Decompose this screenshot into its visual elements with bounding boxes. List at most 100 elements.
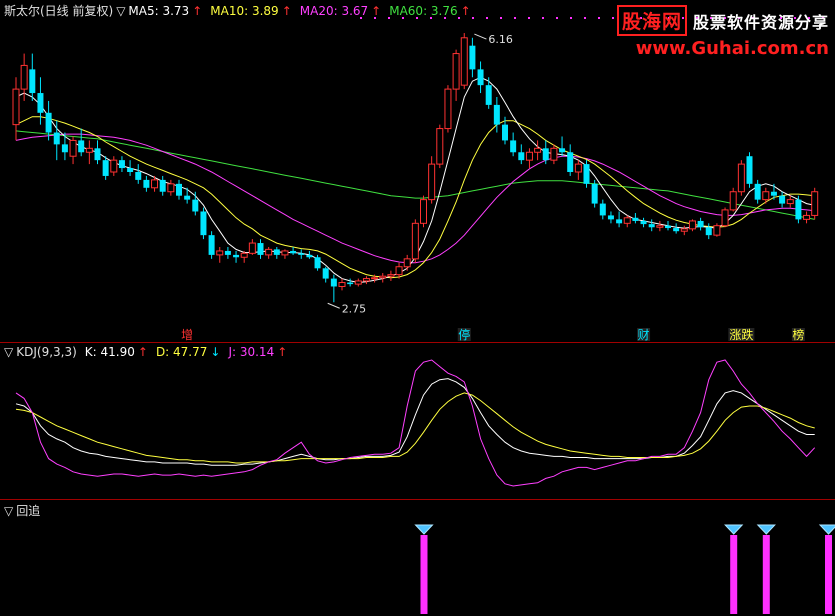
candle-body xyxy=(803,214,811,220)
ma5-label: MA5: 3.73 xyxy=(128,4,190,18)
candle xyxy=(314,254,321,271)
marker-label: 停 xyxy=(458,327,470,342)
candle xyxy=(200,207,207,240)
kdj-d-mark: ↓ xyxy=(210,345,221,359)
candle-body xyxy=(371,277,379,280)
candle-body xyxy=(200,211,207,236)
candle-body xyxy=(411,222,419,260)
candle-body xyxy=(233,254,240,258)
kdj-k-label: K: 41.90 xyxy=(84,345,135,359)
candle-body xyxy=(118,160,125,169)
candle-body xyxy=(167,183,175,193)
signal-stem xyxy=(730,535,738,614)
candle-body xyxy=(151,179,159,189)
candle-body xyxy=(599,203,606,216)
candle-body xyxy=(20,64,28,90)
candle-body xyxy=(184,195,191,200)
candle-body xyxy=(192,199,199,212)
ma60-up-mark: ↑ xyxy=(460,4,471,18)
candle-body xyxy=(298,253,305,255)
candle-body xyxy=(640,220,647,225)
candle-body xyxy=(811,191,819,216)
candle-body xyxy=(673,228,680,232)
annotation-label: 2.75 xyxy=(342,302,367,315)
candle-body xyxy=(45,112,52,133)
stock-chart-canvas[interactable]: 6.16 2.75 增 停 财 涨跌 榜 xyxy=(0,0,835,616)
candle-body xyxy=(779,195,786,204)
candle-body xyxy=(314,257,321,269)
candle-body xyxy=(37,93,44,113)
candle-body xyxy=(69,139,77,157)
marker-label: 榜 xyxy=(792,327,804,342)
marker-label: 涨跌 xyxy=(729,327,753,342)
candle xyxy=(411,219,419,263)
candle-body xyxy=(102,160,109,176)
candle-body xyxy=(574,163,582,173)
candle-body xyxy=(460,37,468,86)
candle-body xyxy=(281,250,289,256)
signal-stem xyxy=(420,535,428,614)
candle-body xyxy=(493,104,500,125)
header-arrow[interactable]: ▽ xyxy=(116,4,125,18)
candle xyxy=(420,195,427,228)
candle-body xyxy=(85,147,93,153)
candle-body xyxy=(705,227,712,236)
candle-body xyxy=(322,268,329,279)
candle-body xyxy=(248,242,256,254)
candle-body xyxy=(770,191,777,196)
candle-body xyxy=(176,183,182,196)
candle-body xyxy=(518,152,525,161)
candle-body xyxy=(444,88,452,130)
candle-body xyxy=(110,159,118,173)
candle-body xyxy=(485,85,492,105)
candle-body xyxy=(265,248,273,256)
kdj-header: ▽ KDJ(9,3,3) K: 41.90 ↑ D: 47.77 ↓ J: 30.14 ↑ xyxy=(4,345,290,359)
marker-label: 增 xyxy=(181,328,193,342)
candle xyxy=(713,223,721,237)
candle-body xyxy=(534,147,542,153)
candle-body xyxy=(387,274,395,277)
candle-body xyxy=(159,179,166,192)
candle-body xyxy=(395,266,403,276)
candle-body xyxy=(94,148,101,161)
candle-body xyxy=(29,69,36,94)
candle xyxy=(460,33,468,90)
candle-body xyxy=(648,224,655,228)
candle-body xyxy=(632,217,639,221)
stock-name: 斯太尔(日线 前复权) xyxy=(4,4,114,18)
annotation-label: 6.16 xyxy=(488,33,513,46)
candle-body xyxy=(542,148,549,161)
candle-body xyxy=(713,225,721,236)
candle-body xyxy=(428,163,436,201)
watermark-logo-text: 股海网 xyxy=(616,5,687,36)
kdj-k-mark: ↑ xyxy=(137,345,148,359)
kdj-arrow[interactable]: ▽ xyxy=(4,345,13,359)
watermark-slogan: 股票软件资源分享 xyxy=(692,13,829,32)
candle-body xyxy=(616,219,623,224)
candle-body xyxy=(78,140,85,153)
candle-body xyxy=(436,128,444,165)
candle-body xyxy=(697,220,704,228)
candle xyxy=(436,124,444,169)
candle xyxy=(746,152,753,188)
candle-body xyxy=(420,199,427,224)
candle-body xyxy=(469,45,476,70)
candle xyxy=(591,179,598,208)
candle-body xyxy=(216,250,224,256)
candle xyxy=(583,160,590,188)
candle-body xyxy=(525,151,533,161)
huizhui-arrow[interactable]: ▽ xyxy=(4,504,13,518)
candle-body xyxy=(746,156,753,184)
kdj-j-mark: ↑ xyxy=(277,345,288,359)
candle-body xyxy=(143,179,150,188)
kdj-d-label: D: 47.77 xyxy=(155,345,208,359)
huizhui-title: 回追 xyxy=(16,504,41,518)
candle-body xyxy=(379,275,387,279)
candle-body xyxy=(729,191,737,211)
candle-body xyxy=(354,280,362,285)
candle-body xyxy=(257,243,264,255)
huizhui-header: ▽ 回追 xyxy=(4,502,43,519)
candle xyxy=(737,160,745,196)
candle-body xyxy=(795,199,802,220)
candle-body xyxy=(12,88,20,126)
